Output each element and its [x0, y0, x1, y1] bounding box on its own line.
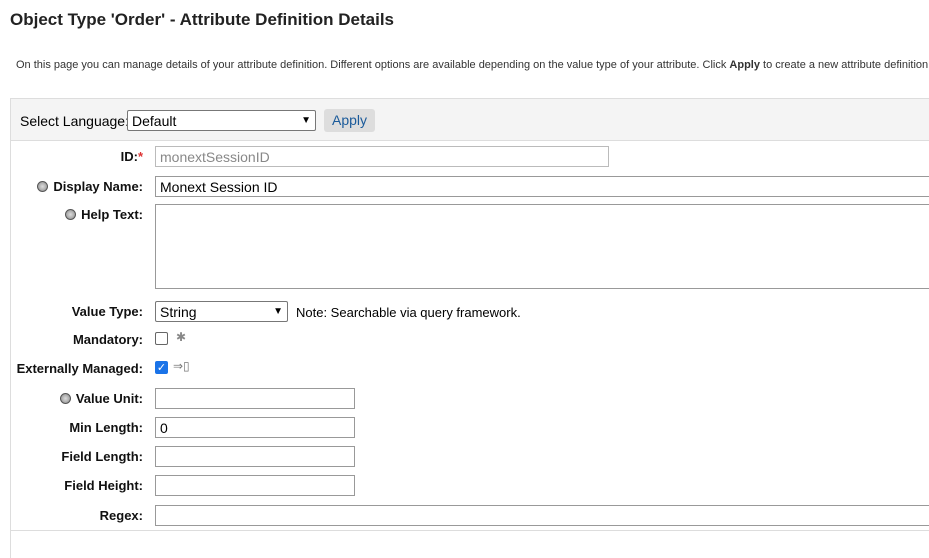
- id-input[interactable]: [155, 146, 609, 167]
- chevron-down-icon: ▼: [301, 115, 311, 126]
- divider: [11, 530, 929, 531]
- page-title: Object Type 'Order' - Attribute Definiti…: [10, 10, 395, 29]
- asterisk-icon: ✱: [176, 330, 187, 344]
- globe-icon: [59, 393, 71, 404]
- field-height-label: Field Height:: [64, 478, 143, 493]
- page-description: On this page you can manage details of y…: [16, 59, 929, 71]
- external-link-icon: ⇒▯: [173, 359, 190, 373]
- field-height-input[interactable]: [155, 475, 355, 496]
- value-unit-label: Value Unit:: [59, 391, 143, 406]
- min-length-label: Min Length:: [69, 420, 143, 435]
- field-length-label: Field Length:: [61, 449, 143, 464]
- mandatory-checkbox[interactable]: [155, 332, 168, 345]
- field-length-input[interactable]: [155, 446, 355, 467]
- value-type-label: Value Type:: [71, 304, 143, 319]
- form-panel: [10, 98, 929, 558]
- regex-label: Regex:: [99, 508, 143, 523]
- min-length-input[interactable]: [155, 417, 355, 438]
- display-name-label: Display Name:: [37, 179, 143, 194]
- globe-icon: [37, 181, 49, 192]
- value-type-note: Note: Searchable via query framework.: [296, 305, 521, 320]
- id-label: ID:*: [120, 149, 143, 164]
- language-select[interactable]: Default ▼: [127, 110, 316, 131]
- required-marker: *: [137, 149, 143, 164]
- value-type-select[interactable]: String ▼: [155, 301, 288, 322]
- apply-button[interactable]: Apply: [324, 109, 376, 132]
- language-label: Select Language:: [20, 113, 129, 129]
- display-name-input[interactable]: [155, 176, 929, 197]
- externally-managed-checkbox[interactable]: ✓: [155, 361, 168, 374]
- externally-managed-label: Externally Managed:: [16, 361, 143, 376]
- help-text-textarea[interactable]: [155, 204, 929, 289]
- globe-icon: [65, 209, 77, 220]
- chevron-down-icon: ▼: [273, 306, 283, 317]
- regex-input[interactable]: [155, 505, 929, 526]
- mandatory-label: Mandatory:: [72, 332, 143, 347]
- value-unit-input[interactable]: [155, 388, 355, 409]
- help-text-label: Help Text:: [65, 207, 143, 222]
